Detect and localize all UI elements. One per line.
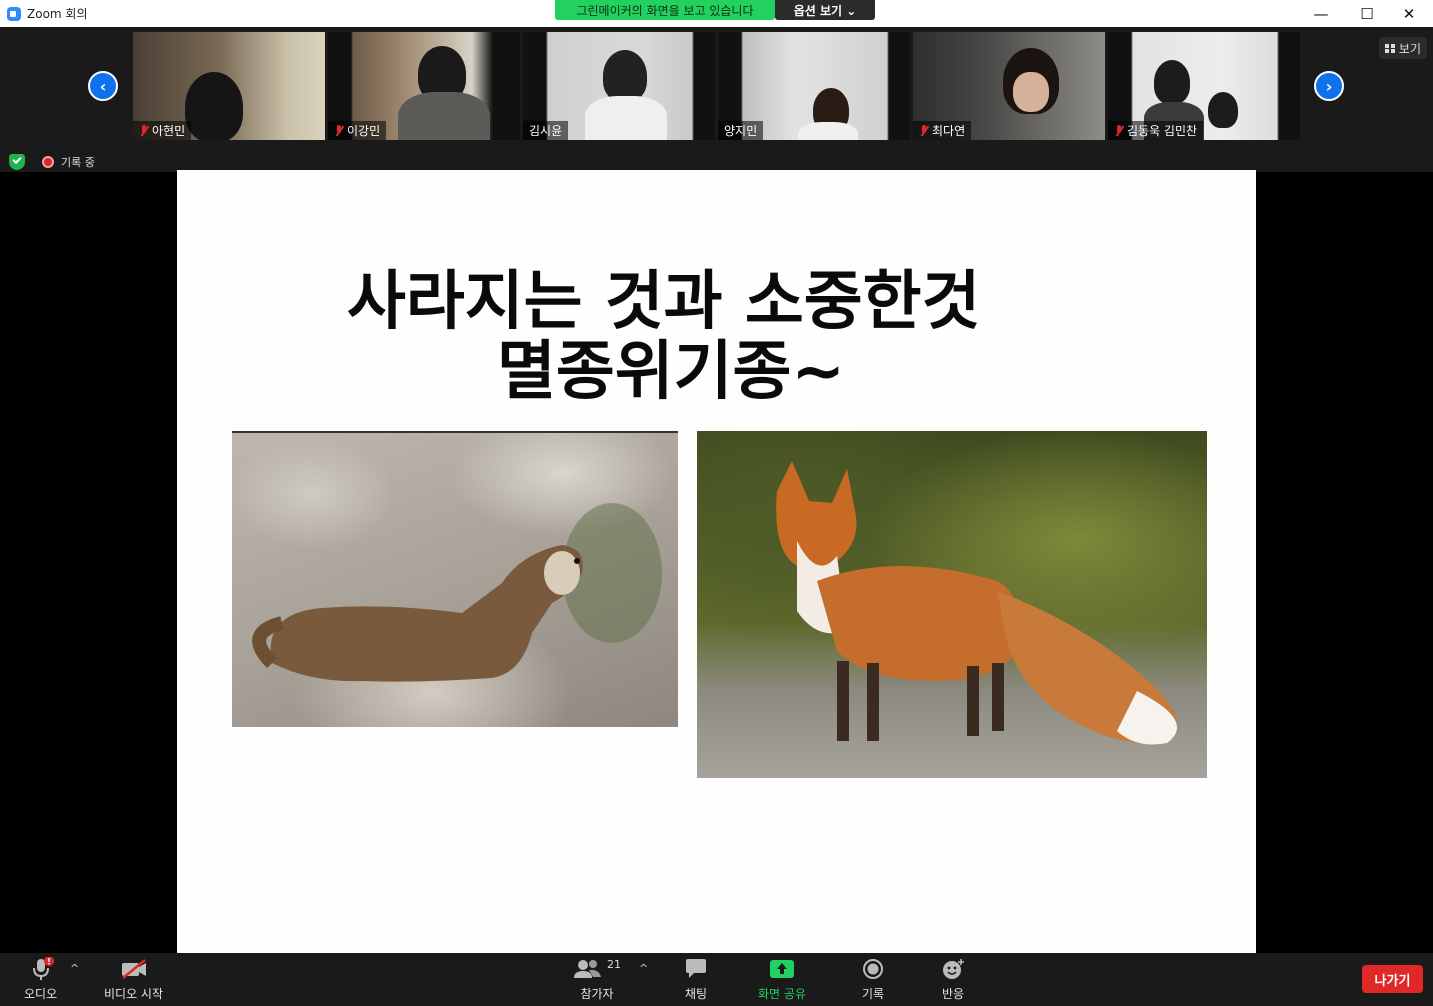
reactions-button[interactable]: 반응 xyxy=(941,957,965,1002)
video-tile[interactable]: 김시윤 xyxy=(523,32,715,140)
chat-bubble-icon xyxy=(684,957,708,981)
muted-mic-icon xyxy=(919,124,929,137)
participant-name-tag: 이강민 xyxy=(328,121,387,140)
view-options-button[interactable]: 옵션 보기 ⌄ xyxy=(775,0,875,20)
share-screen-icon xyxy=(769,957,795,981)
participant-body xyxy=(398,92,490,140)
fox-illustration xyxy=(776,461,1177,745)
chat-label: 채팅 xyxy=(684,987,708,1001)
participant-name-tag: 최다연 xyxy=(913,121,972,140)
video-tile[interactable]: 최다연 xyxy=(913,32,1105,140)
participant-body xyxy=(585,96,667,140)
slide-title-line1: 사라지는 것과 소중한것 xyxy=(347,265,981,339)
gallery-prev-button[interactable]: ‹ xyxy=(88,71,118,101)
fox-photo xyxy=(697,431,1207,778)
recording-label: 기록 중 xyxy=(61,156,95,169)
security-shield-icon[interactable] xyxy=(9,154,25,170)
share-label: 화면 공유 xyxy=(758,987,806,1001)
participant-name: 양지민 xyxy=(724,124,758,138)
participants-button[interactable]: 21 참가자 xyxy=(573,957,621,1002)
participants-count: 21 xyxy=(607,957,621,971)
slide-title-line2: 멸종위기종~ xyxy=(497,335,846,409)
muted-mic-icon xyxy=(139,124,149,137)
participant-name: 김시윤 xyxy=(529,124,563,138)
record-icon xyxy=(862,957,884,981)
view-label: 보기 xyxy=(1398,41,1421,56)
audio-label: 오디오 xyxy=(24,987,58,1001)
video-off-icon xyxy=(120,957,148,981)
audio-options-caret[interactable]: ^ xyxy=(70,962,79,975)
view-button[interactable]: 보기 xyxy=(1378,37,1427,59)
share-screen-button[interactable]: 화면 공유 xyxy=(758,957,806,1002)
video-tile[interactable]: 김동욱 김민찬 xyxy=(1108,32,1300,140)
leave-meeting-button[interactable]: 나가기 xyxy=(1362,965,1423,993)
window-title: Zoom 회의 xyxy=(27,7,88,21)
participants-label: 참가자 xyxy=(580,987,614,1001)
otter-illustration xyxy=(252,503,662,682)
meeting-toolbar: 오디오 ^ 비디오 시작 21 참가자 ^ 채팅 화면 공유 기록 반응 나가기 xyxy=(0,953,1433,1006)
zoom-logo-icon xyxy=(7,6,21,21)
participants-icon: 21 xyxy=(573,957,621,981)
gallery-next-button[interactable]: › xyxy=(1314,71,1344,101)
muted-mic-icon xyxy=(334,124,344,137)
meeting-status: 기록 중 xyxy=(0,152,300,172)
participants-options-caret[interactable]: ^ xyxy=(639,962,648,975)
participant-name: 김동욱 김민찬 xyxy=(1127,124,1198,138)
muted-mic-icon xyxy=(1114,124,1124,137)
start-video-button[interactable]: 비디오 시작 xyxy=(104,957,163,1002)
shared-screen: 사라지는 것과 소중한것 멸종위기종~ xyxy=(177,170,1256,953)
participant-name-tag: 김시윤 xyxy=(523,121,569,140)
participant-body xyxy=(798,122,858,140)
participant-name-tag: 양지민 xyxy=(718,121,764,140)
video-label: 비디오 시작 xyxy=(104,987,164,1001)
participant-video xyxy=(1208,92,1238,128)
microphone-alert-icon xyxy=(28,957,54,981)
minimize-button[interactable]: — xyxy=(1298,0,1344,27)
otter-photo xyxy=(232,431,678,727)
video-tile[interactable]: 양지민 xyxy=(718,32,910,140)
audio-button[interactable]: 오디오 xyxy=(24,957,57,1002)
video-tile[interactable]: 이강민 xyxy=(328,32,520,140)
record-label: 기록 xyxy=(862,987,885,1001)
record-button[interactable]: 기록 xyxy=(862,957,884,1002)
emoji-reaction-icon xyxy=(941,957,965,981)
participant-name: 아현민 xyxy=(152,124,186,138)
reactions-label: 반응 xyxy=(941,987,965,1001)
recording-icon xyxy=(42,156,54,168)
close-button[interactable]: ✕ xyxy=(1386,0,1432,27)
participant-name: 최다연 xyxy=(932,124,966,138)
video-tile[interactable]: 아현민 xyxy=(133,32,325,140)
participant-name-tag: 아현민 xyxy=(133,121,192,140)
participant-name-tag: 김동욱 김민찬 xyxy=(1108,121,1204,140)
participant-name: 이강민 xyxy=(347,124,381,138)
viewing-share-banner: 그린메이커의 화면을 보고 있습니다 xyxy=(555,0,775,20)
gallery-strip: ‹ 아현민 이강민 김시윤 양지민 최다연 김동욱 김민찬 › 보기 기록 중 xyxy=(0,27,1433,172)
participant-face xyxy=(1013,72,1049,112)
participant-video xyxy=(1154,60,1190,104)
participant-video xyxy=(185,72,243,140)
chat-button[interactable]: 채팅 xyxy=(684,957,708,1002)
grid-view-icon xyxy=(1384,43,1395,53)
maximize-button[interactable]: ☐ xyxy=(1344,0,1390,27)
participant-video xyxy=(603,50,647,102)
